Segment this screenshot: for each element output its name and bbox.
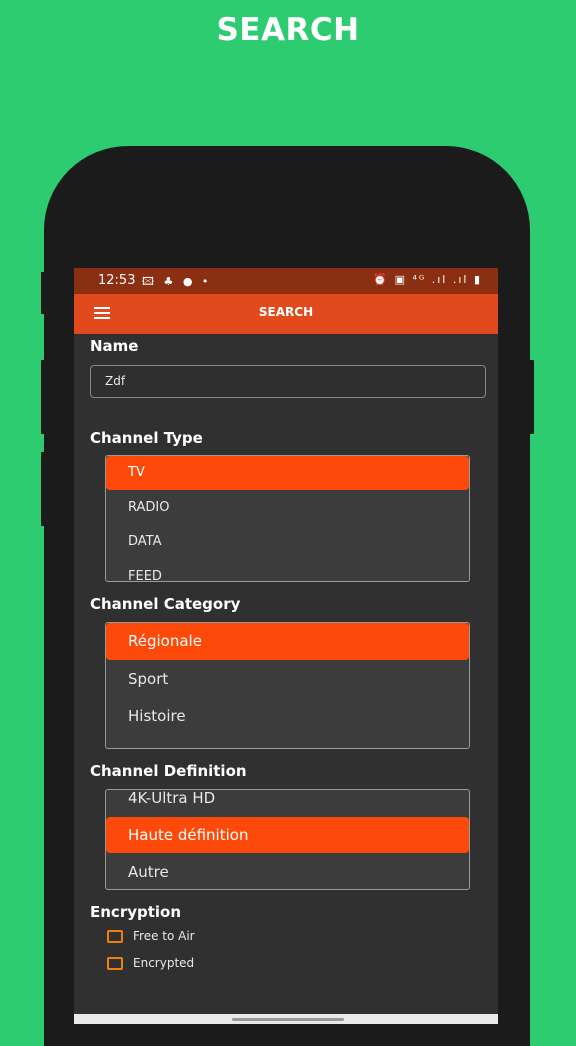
channel-definition-list[interactable]: 4K-Ultra HD Haute définition Autre [105,789,470,890]
status-time: 12:53 [98,273,136,288]
phone-side-button [41,272,46,314]
channel-definition-option-autre[interactable]: Autre [106,854,469,889]
home-gesture-handle[interactable] [232,1018,344,1021]
phone-side-button [41,360,46,434]
notification-icons: 🖾 ♣ ● • [142,275,212,288]
channel-definition-option-4k[interactable]: 4K-Ultra HD [106,790,469,817]
channel-definition-option-hd[interactable]: Haute définition [106,817,469,853]
encrypted-checkbox[interactable] [107,957,123,970]
promo-title: SEARCH [216,12,360,48]
channel-category-label: Channel Category [90,595,241,613]
channel-type-option-tv[interactable]: TV [106,456,469,490]
system-status-icons: ⏰ ▣ ⁴ᴳ .ıl .ıl ▮ [373,273,482,286]
channel-type-option-feed[interactable]: FEED [106,560,469,581]
encryption-label: Encryption [90,903,182,921]
channel-type-option-radio[interactable]: RADIO [106,491,469,525]
free-to-air-label: Free to Air [133,929,195,943]
channel-type-option-data[interactable]: DATA [106,525,469,559]
encrypted-label: Encrypted [133,956,195,970]
app-bar-title: SEARCH [258,305,314,319]
status-bar: 12:53 🖾 ♣ ● • ⏰ ▣ ⁴ᴳ .ıl .ıl ▮ [74,268,498,294]
phone-side-button [41,452,46,526]
name-label: Name [90,337,139,355]
channel-type-list[interactable]: TV RADIO DATA FEED [105,455,470,582]
channel-definition-label: Channel Definition [90,762,247,780]
name-input[interactable]: Zdf [90,365,486,398]
channel-category-option-histoire[interactable]: Histoire [106,698,469,735]
channel-category-option-regionale[interactable]: Régionale [106,623,469,660]
phone-side-button [528,360,534,434]
app-bar: SEARCH [74,294,498,334]
free-to-air-checkbox[interactable] [107,930,123,943]
channel-type-label: Channel Type [90,429,203,447]
system-navigation-bar [74,1014,498,1024]
app-screen: 12:53 🖾 ♣ ● • ⏰ ▣ ⁴ᴳ .ıl .ıl ▮ SEARCH Na… [74,268,498,1024]
channel-category-list[interactable]: Régionale Sport Histoire [105,622,470,749]
channel-category-option-sport[interactable]: Sport [106,661,469,698]
